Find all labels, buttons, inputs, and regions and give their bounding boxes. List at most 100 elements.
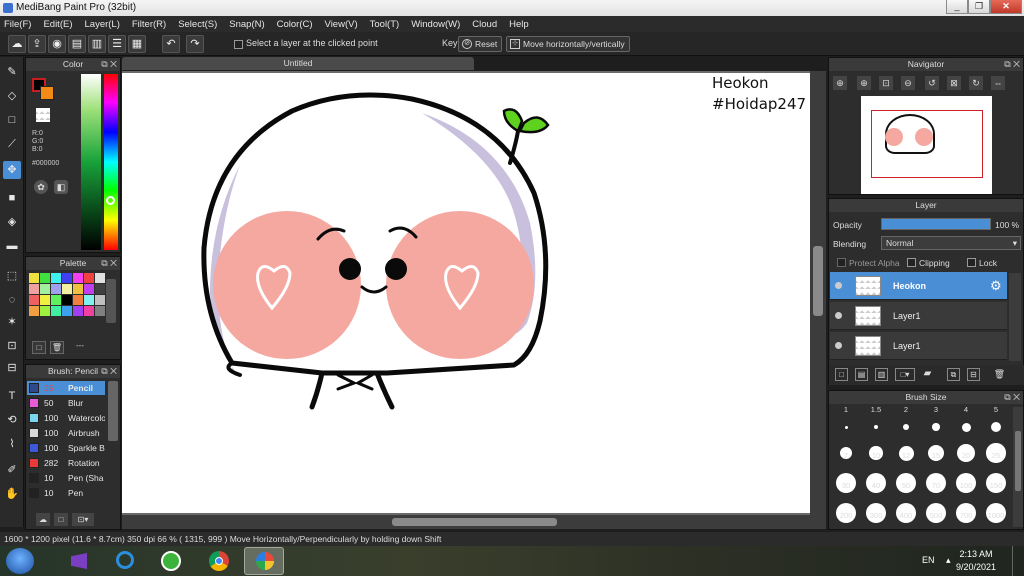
zoom-reset-icon[interactable]: ⊡ bbox=[879, 76, 893, 90]
layer-row-layer1-2[interactable]: Layer1 bbox=[830, 332, 1007, 360]
palette-swatch[interactable] bbox=[62, 306, 72, 316]
menu-window[interactable]: Window(W) bbox=[411, 19, 460, 30]
palette-swatch[interactable] bbox=[51, 306, 61, 316]
palette-swatch[interactable] bbox=[73, 284, 83, 294]
chrome-icon[interactable] bbox=[198, 547, 238, 575]
language-indicator[interactable]: EN bbox=[922, 555, 935, 565]
palette-swatch[interactable] bbox=[40, 306, 50, 316]
brush-add-icon[interactable]: □ bbox=[54, 513, 68, 526]
clock[interactable]: 2:13 AM 9/20/2021 bbox=[956, 548, 996, 574]
palette-swatch[interactable] bbox=[84, 306, 94, 316]
color-wheel-icon[interactable]: ✿ bbox=[34, 180, 48, 194]
coccoc-icon[interactable] bbox=[150, 547, 190, 575]
menu-cloud[interactable]: Cloud bbox=[472, 19, 497, 30]
delete-palette-icon[interactable]: 🗑 bbox=[50, 341, 64, 354]
brush-list-scrollbar[interactable] bbox=[108, 381, 118, 441]
hue-bar[interactable] bbox=[104, 74, 118, 250]
menu-file[interactable]: File(F) bbox=[4, 19, 31, 30]
select-rect-tool-icon[interactable]: ⬚ bbox=[3, 267, 21, 285]
maximize-button[interactable]: ❐ bbox=[968, 0, 990, 14]
menu-view[interactable]: View(V) bbox=[325, 19, 358, 30]
menu-layer[interactable]: Layer(L) bbox=[85, 19, 120, 30]
menu-filter[interactable]: Filter(R) bbox=[132, 19, 166, 30]
panel-close-icon[interactable]: ⧉ ✕ bbox=[1004, 58, 1020, 71]
fill-rect-tool-icon[interactable]: ■ bbox=[3, 189, 21, 207]
delete-layer-icon[interactable]: 🗑 bbox=[993, 368, 1006, 381]
rotate-reset-icon[interactable]: ⊠ bbox=[947, 76, 961, 90]
brush-item-watercolor[interactable]: 100 Watercolor bbox=[27, 411, 105, 425]
new-layer-icon[interactable]: □ bbox=[835, 368, 848, 381]
transparent-color-swatch[interactable] bbox=[36, 108, 50, 122]
palette-swatches[interactable] bbox=[29, 273, 105, 317]
magic-wand-tool-icon[interactable]: ✶ bbox=[3, 313, 21, 331]
brush-size-dot[interactable] bbox=[873, 424, 879, 430]
lasso-tool-icon[interactable]: ◌ bbox=[3, 291, 21, 309]
panel-close-icon[interactable]: ⧉ ✕ bbox=[101, 257, 117, 270]
folder-icon[interactable]: ▰ bbox=[921, 368, 934, 381]
canvas-vertical-scrollbar[interactable] bbox=[810, 71, 826, 515]
new-palette-icon[interactable]: □ bbox=[32, 341, 46, 354]
text-tool-icon[interactable]: T bbox=[3, 387, 21, 405]
menu-color[interactable]: Color(C) bbox=[277, 19, 313, 30]
select-eraser-tool-icon[interactable]: ⊟ bbox=[3, 359, 21, 377]
vertical-scroll-thumb[interactable] bbox=[813, 246, 823, 316]
message-icon[interactable]: ▤ bbox=[68, 35, 86, 53]
zoom-in-icon[interactable]: ⊕ bbox=[857, 76, 871, 90]
palette-swatch[interactable] bbox=[40, 273, 50, 283]
color-picker-icon[interactable]: ◧ bbox=[54, 180, 68, 194]
navigator-preview[interactable] bbox=[861, 96, 992, 194]
palette-swatch[interactable] bbox=[95, 284, 105, 294]
brush-item-airbrush[interactable]: 100 Airbrush bbox=[27, 426, 105, 440]
brush-tool-icon[interactable]: ✎ bbox=[3, 63, 21, 81]
hue-handle[interactable] bbox=[106, 196, 115, 205]
start-button[interactable] bbox=[6, 548, 34, 574]
blending-select[interactable]: Normal ▾ bbox=[881, 236, 1021, 250]
brush-size-dot[interactable] bbox=[903, 424, 909, 430]
palette-swatch[interactable] bbox=[29, 295, 39, 305]
brush-size-scrollbar[interactable] bbox=[1013, 407, 1023, 527]
brush-size-dot[interactable] bbox=[961, 422, 971, 432]
new-layer-1bit-icon[interactable]: ▥ bbox=[875, 368, 888, 381]
layer-row-heokon[interactable]: Heokon ⚙ bbox=[830, 272, 1007, 300]
move-tool-icon[interactable]: ✥ bbox=[3, 161, 21, 179]
select-layer-checkbox[interactable] bbox=[234, 40, 243, 49]
menu-edit[interactable]: Edit(E) bbox=[43, 19, 72, 30]
clipping-checkbox[interactable] bbox=[907, 258, 916, 267]
palette-swatch[interactable] bbox=[40, 284, 50, 294]
brush-item-pen[interactable]: 10 Pen bbox=[27, 486, 105, 500]
palette-swatch[interactable] bbox=[51, 284, 61, 294]
brush-cloud-icon[interactable]: ☁ bbox=[36, 513, 50, 526]
merge-layer-icon[interactable]: ⊟ bbox=[967, 368, 980, 381]
eye-icon[interactable] bbox=[835, 282, 842, 289]
palette-swatch[interactable] bbox=[51, 273, 61, 283]
brush-item-blur[interactable]: 50 Blur bbox=[27, 396, 105, 410]
brush-item-pencil[interactable]: 25 Pencil bbox=[27, 381, 105, 395]
close-button[interactable]: ✕ bbox=[990, 0, 1022, 14]
new-layer-8bit-icon[interactable]: ▤ bbox=[855, 368, 868, 381]
menu-select[interactable]: Select(S) bbox=[178, 19, 217, 30]
grid-icon[interactable]: ▦ bbox=[128, 35, 146, 53]
zoom-fit-icon[interactable]: ⊕ bbox=[833, 76, 847, 90]
gear-icon[interactable]: ⚙ bbox=[990, 278, 1002, 294]
share-icon[interactable]: ⇪ bbox=[28, 35, 46, 53]
menu-tool[interactable]: Tool(T) bbox=[370, 19, 400, 30]
palette-swatch[interactable] bbox=[84, 284, 94, 294]
brush-size-dot[interactable] bbox=[844, 425, 848, 429]
palette-swatch[interactable] bbox=[73, 295, 83, 305]
list-icon[interactable]: ☰ bbox=[108, 35, 126, 53]
divide-tool-icon[interactable]: ⟲ bbox=[3, 411, 21, 429]
tray-expand-icon[interactable]: ▴ bbox=[946, 555, 951, 566]
palette-swatch[interactable] bbox=[73, 273, 83, 283]
layer-list-scrollbar[interactable] bbox=[1009, 273, 1021, 361]
opacity-slider[interactable] bbox=[881, 218, 991, 230]
background-color-swatch[interactable] bbox=[40, 86, 54, 100]
undo-icon[interactable]: ↶ bbox=[162, 35, 180, 53]
shape-tool-icon[interactable]: □ bbox=[3, 111, 21, 129]
zoom-out-icon[interactable]: ⊖ bbox=[901, 76, 915, 90]
hand-tool-icon[interactable]: ✋ bbox=[3, 485, 21, 503]
pen-tool-icon[interactable]: ✐ bbox=[3, 461, 21, 479]
brush-item-rotation[interactable]: 282 Rotation bbox=[27, 456, 105, 470]
canvas-horizontal-scrollbar[interactable] bbox=[122, 515, 826, 529]
palette-scrollbar[interactable] bbox=[106, 279, 116, 323]
palette-swatch[interactable] bbox=[73, 306, 83, 316]
